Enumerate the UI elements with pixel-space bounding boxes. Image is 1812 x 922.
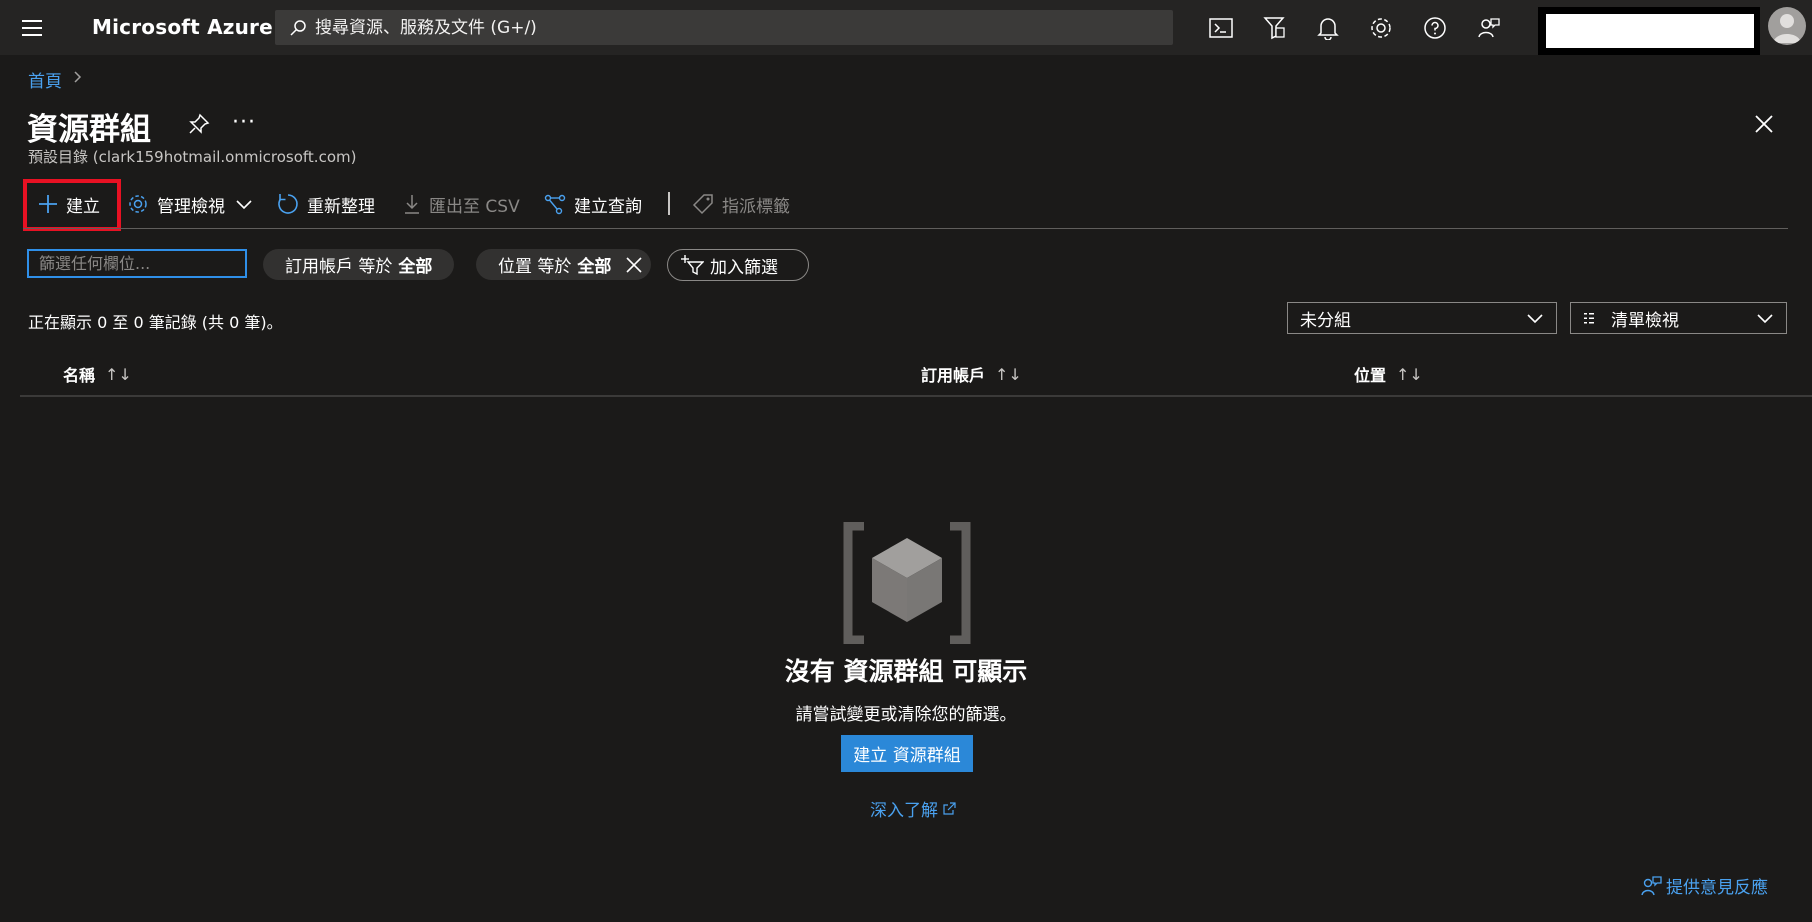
refresh-icon: [277, 193, 299, 215]
page-subtitle-directory: 預設目錄 (clark159hotmail.onmicrosoft.com): [28, 148, 357, 166]
subscription-filter-label: 訂用帳戶 等於: [285, 257, 393, 277]
column-header-name-label: 名稱: [63, 366, 96, 385]
open-query-button[interactable]: 建立查詢: [544, 190, 642, 218]
learn-more-link[interactable]: 深入了解: [870, 796, 956, 821]
external-link-icon: [942, 801, 956, 816]
add-filter-funnel-icon: [680, 254, 704, 276]
gear-icon: [127, 193, 149, 215]
breadcrumb-home-link[interactable]: 首頁: [28, 67, 62, 92]
user-avatar[interactable]: [1768, 7, 1806, 45]
export-csv-label: 匯出至 CSV: [429, 196, 520, 217]
open-query-label: 建立查詢: [574, 196, 642, 217]
feedback-link[interactable]: 提供意見反應: [1640, 873, 1768, 898]
add-filter-button[interactable]: 加入篩選: [667, 249, 809, 281]
remove-filter-close-icon[interactable]: [625, 256, 643, 274]
column-header-subscription-label: 訂用帳戶: [921, 366, 986, 385]
location-filter-pill[interactable]: 位置 等於 全部: [476, 249, 652, 280]
view-mode-dropdown[interactable]: 清單檢視: [1570, 302, 1787, 334]
chevron-down-icon: [1756, 311, 1774, 325]
toolbar-separator-line: [23, 228, 1788, 229]
download-icon: [403, 193, 421, 215]
feedback-person-icon[interactable]: [1473, 12, 1505, 44]
column-header-name[interactable]: 名稱 ↑↓: [63, 362, 132, 386]
add-filter-label: 加入篩選: [710, 257, 778, 278]
records-count-text: 正在顯示 0 至 0 筆記錄 (共 0 筆)。: [28, 313, 283, 332]
create-resource-group-button[interactable]: 建立 資源群組: [841, 735, 973, 772]
hamburger-menu-icon[interactable]: [18, 15, 48, 41]
breadcrumb-chevron-right-icon: [72, 68, 84, 86]
refresh-label: 重新整理: [307, 196, 375, 217]
global-search-box[interactable]: [275, 10, 1173, 45]
brand-title[interactable]: Microsoft Azure: [92, 15, 273, 39]
export-csv-button[interactable]: 匯出至 CSV: [403, 190, 520, 218]
empty-state-title: 沒有 資源群組 可顯示: [784, 657, 1028, 686]
plus-icon: [38, 194, 58, 214]
chevron-down-icon: [235, 198, 253, 210]
feedback-label: 提供意見反應: [1666, 878, 1768, 898]
cloud-shell-icon[interactable]: [1205, 12, 1237, 44]
query-nodes-icon: [544, 193, 566, 215]
settings-gear-icon[interactable]: [1365, 12, 1397, 44]
tag-icon: [692, 193, 714, 215]
subscription-filter-pill[interactable]: 訂用帳戶 等於 全部: [263, 249, 455, 280]
sort-arrows-icon: ↑↓: [995, 364, 1022, 384]
column-header-location[interactable]: 位置 ↑↓: [1354, 362, 1423, 386]
manage-view-label: 管理檢視: [157, 196, 225, 217]
sort-arrows-icon: ↑↓: [105, 364, 132, 384]
column-header-subscription[interactable]: 訂用帳戶 ↑↓: [921, 362, 1022, 386]
grouping-dropdown-value: 未分組: [1300, 310, 1351, 331]
column-header-location-label: 位置: [1354, 366, 1387, 385]
assign-tags-label: 指派標籤: [722, 196, 790, 217]
page-title: 資源群組: [27, 112, 151, 148]
table-header-divider: [20, 395, 1812, 397]
list-view-icon: [1583, 311, 1605, 325]
location-filter-label: 位置 等於: [498, 257, 572, 277]
refresh-button[interactable]: 重新整理: [277, 190, 375, 218]
feedback-person-icon: [1640, 875, 1662, 897]
toolbar-divider: [668, 192, 670, 215]
view-mode-dropdown-value: 清單檢視: [1611, 310, 1679, 331]
create-button[interactable]: 建立: [38, 190, 100, 218]
sort-arrows-icon: ↑↓: [1396, 364, 1423, 384]
subscription-filter-value: 全部: [398, 257, 433, 277]
location-filter-value: 全部: [577, 257, 612, 277]
global-search-input[interactable]: [315, 10, 1155, 45]
empty-state-subtitle: 請嘗試變更或清除您的篩選。: [795, 705, 1017, 725]
pin-icon[interactable]: [188, 113, 210, 135]
help-question-icon[interactable]: [1419, 12, 1451, 44]
account-name-redacted: [1546, 14, 1754, 48]
directory-filter-icon[interactable]: [1258, 12, 1290, 44]
filter-input[interactable]: [27, 249, 247, 278]
manage-view-dropdown[interactable]: 管理檢視: [127, 190, 253, 218]
resource-group-cube-icon: [842, 522, 972, 644]
learn-more-label: 深入了解: [870, 801, 938, 821]
more-options-ellipsis-icon[interactable]: ···: [232, 110, 256, 135]
create-button-label: 建立: [66, 196, 100, 217]
chevron-down-icon: [1526, 311, 1544, 325]
assign-tags-button[interactable]: 指派標籤: [692, 190, 790, 218]
grouping-dropdown[interactable]: 未分組: [1287, 302, 1557, 334]
notifications-bell-icon[interactable]: [1312, 12, 1344, 44]
close-icon[interactable]: [1754, 114, 1774, 134]
search-icon: [289, 19, 307, 37]
